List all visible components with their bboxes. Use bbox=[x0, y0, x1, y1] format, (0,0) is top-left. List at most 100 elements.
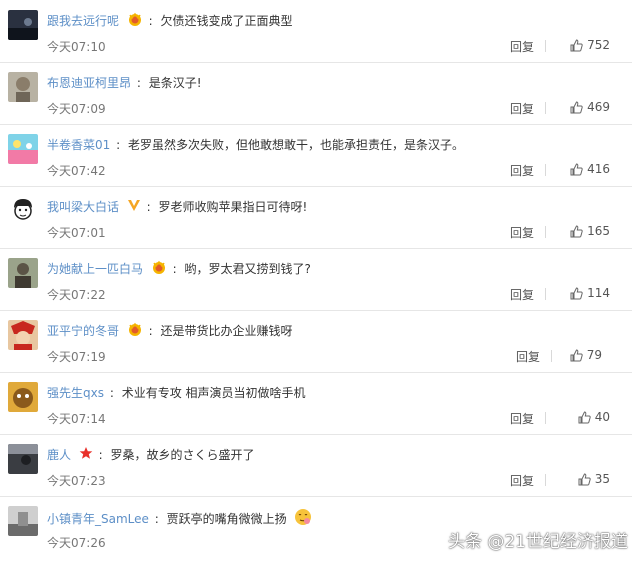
star-icon bbox=[79, 446, 93, 465]
comment-text: 哟，罗太君又捞到钱了? bbox=[184, 262, 311, 276]
like-count: 40 bbox=[594, 410, 610, 424]
colon: : bbox=[109, 386, 114, 400]
thumbs-up-icon bbox=[570, 286, 583, 299]
colon: : bbox=[98, 448, 103, 462]
avatar[interactable] bbox=[8, 382, 38, 412]
comment-item: 为她献上一匹白马 : 哟，罗太君又捞到钱了? 今天07:22 回复 114 bbox=[0, 248, 632, 311]
reply-button[interactable]: 回复 bbox=[510, 224, 534, 241]
reply-button[interactable]: 回复 bbox=[510, 100, 534, 117]
timestamp: 今天07:22 bbox=[47, 288, 106, 302]
divider bbox=[545, 102, 546, 114]
like-button[interactable]: 165 bbox=[570, 224, 610, 238]
avatar[interactable] bbox=[8, 196, 38, 226]
comment-text: 欠债还钱变成了正面典型 bbox=[160, 14, 293, 28]
avatar[interactable] bbox=[8, 320, 38, 350]
divider bbox=[545, 288, 546, 300]
colon: : bbox=[148, 14, 153, 28]
reply-button[interactable]: 回复 bbox=[510, 38, 534, 55]
thumbs-up-icon bbox=[578, 472, 591, 485]
timestamp: 今天07:01 bbox=[47, 226, 106, 240]
reply-button[interactable]: 回复 bbox=[510, 286, 534, 303]
like-count: 35 bbox=[594, 472, 610, 486]
timestamp: 今天07:42 bbox=[47, 164, 106, 178]
thumbs-up-icon bbox=[570, 38, 583, 51]
like-count: 165 bbox=[587, 224, 610, 238]
thumbs-up-icon bbox=[570, 100, 583, 113]
colon: : bbox=[154, 512, 159, 526]
comment-item: 鹿人 : 罗桑，故乡的さくら盛开了 今天07:23 回复 35 bbox=[0, 434, 632, 497]
divider bbox=[545, 226, 546, 238]
avatar[interactable] bbox=[8, 258, 38, 288]
comment-item: 半卷香菜01 : 老罗虽然多次失败，但他敢想敢干，也能承担责任，是条汉子。 今天… bbox=[0, 124, 632, 187]
reply-button[interactable]: 回复 bbox=[510, 472, 534, 489]
username[interactable]: 为她献上一匹白马 bbox=[47, 262, 143, 276]
like-count: 469 bbox=[587, 100, 610, 114]
comment-item: 我叫梁大白话 : 罗老师收购苹果指日可待呀! 今天07:01 回复 165 bbox=[0, 186, 632, 249]
comment-item: 跟我去远行呢 : 欠债还钱变成了正面典型 今天07:10 回复 752 bbox=[0, 0, 632, 63]
v-icon bbox=[127, 198, 141, 217]
colon: : bbox=[136, 76, 141, 90]
avatar[interactable] bbox=[8, 72, 38, 102]
like-button[interactable]: 752 bbox=[570, 38, 610, 52]
colon: : bbox=[172, 262, 177, 276]
comment-text: 罗老师收购苹果指日可待呀! bbox=[158, 200, 308, 214]
comment-text: 是条汉子! bbox=[148, 76, 202, 90]
like-count: 416 bbox=[587, 162, 610, 176]
comment-item: 亚平宁的冬哥 : 还是带货比办企业赚钱呀 今天07:19 回复 79 bbox=[0, 310, 632, 373]
username[interactable]: 布恩迪亚柯里昂 bbox=[47, 76, 131, 90]
crown-icon bbox=[127, 322, 143, 341]
avatar[interactable] bbox=[8, 506, 38, 536]
watermark: 头条 @21世纪经济报道 bbox=[447, 532, 628, 552]
comment-text: 老罗虽然多次失败，但他敢想敢干，也能承担责任，是条汉子。 bbox=[127, 138, 464, 152]
comment-text: 术业有专攻 相声演员当初做啥手机 bbox=[121, 386, 306, 400]
crown-icon bbox=[151, 260, 167, 279]
timestamp: 今天07:26 bbox=[47, 536, 106, 550]
comment-item: 布恩迪亚柯里昂 : 是条汉子! 今天07:09 回复 469 bbox=[0, 62, 632, 125]
username[interactable]: 跟我去远行呢 bbox=[47, 14, 119, 28]
username[interactable]: 我叫梁大白话 bbox=[47, 200, 119, 214]
colon: : bbox=[146, 200, 151, 214]
avatar[interactable] bbox=[8, 10, 38, 40]
avatar[interactable] bbox=[8, 134, 38, 164]
colon: : bbox=[148, 324, 153, 338]
like-count: 114 bbox=[587, 286, 610, 300]
username[interactable]: 强先生qxs bbox=[47, 386, 104, 400]
avatar[interactable] bbox=[8, 444, 38, 474]
divider bbox=[545, 164, 546, 176]
username[interactable]: 亚平宁的冬哥 bbox=[47, 324, 119, 338]
comment-text: 罗桑，故乡的さくら盛开了 bbox=[110, 448, 255, 462]
divider bbox=[551, 350, 552, 362]
like-button[interactable]: 40 bbox=[578, 410, 610, 424]
like-button[interactable]: 416 bbox=[570, 162, 610, 176]
reply-button[interactable]: 回复 bbox=[516, 348, 540, 365]
timestamp: 今天07:19 bbox=[47, 350, 106, 364]
timestamp: 今天07:09 bbox=[47, 102, 106, 116]
thumbs-up-icon bbox=[570, 224, 583, 237]
like-button[interactable]: 469 bbox=[570, 100, 610, 114]
username[interactable]: 鹿人 bbox=[47, 448, 71, 462]
like-button[interactable]: 79 bbox=[570, 348, 602, 362]
thumbs-up-icon bbox=[570, 348, 583, 361]
timestamp: 今天07:23 bbox=[47, 474, 106, 488]
like-count: 79 bbox=[586, 348, 602, 362]
divider bbox=[545, 412, 546, 424]
reply-button[interactable]: 回复 bbox=[510, 410, 534, 427]
like-button[interactable]: 35 bbox=[578, 472, 610, 486]
colon: : bbox=[116, 138, 121, 152]
divider bbox=[545, 40, 546, 52]
username[interactable]: 小镇青年_SamLee bbox=[47, 512, 149, 526]
comment-text: 还是带货比办企业赚钱呀 bbox=[160, 324, 293, 338]
smirk-emoji-icon bbox=[294, 508, 312, 531]
like-count: 752 bbox=[587, 38, 610, 52]
reply-button[interactable]: 回复 bbox=[510, 162, 534, 179]
like-button[interactable]: 114 bbox=[570, 286, 610, 300]
divider bbox=[545, 474, 546, 486]
timestamp: 今天07:10 bbox=[47, 40, 106, 54]
comment-text: 贾跃亭的嘴角微微上扬 bbox=[166, 512, 287, 526]
thumbs-up-icon bbox=[570, 162, 583, 175]
timestamp: 今天07:14 bbox=[47, 412, 106, 426]
crown-icon bbox=[127, 12, 143, 31]
thumbs-up-icon bbox=[578, 410, 591, 423]
comment-item: 强先生qxs : 术业有专攻 相声演员当初做啥手机 今天07:14 回复 40 bbox=[0, 372, 632, 435]
username[interactable]: 半卷香菜01 bbox=[47, 138, 110, 152]
